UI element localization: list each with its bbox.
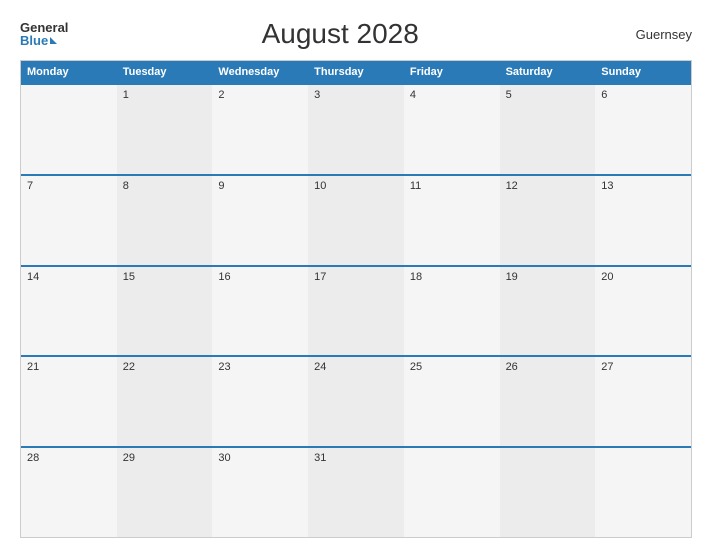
day-cell-17: 17 [308,267,404,356]
week-row-5: 28 29 30 31 [21,446,691,537]
day-cell-21: 21 [21,357,117,446]
calendar-body: 1 2 3 4 5 6 7 8 9 10 11 12 13 14 15 16 [21,83,691,537]
day-cell-30: 30 [212,448,308,537]
day-cell-15: 15 [117,267,213,356]
day-cell-19: 19 [500,267,596,356]
logo-blue-text: Blue [20,34,57,47]
day-cell-empty-3 [500,448,596,537]
day-cell-empty-2 [404,448,500,537]
col-thursday: Thursday [308,61,404,83]
day-cell-28: 28 [21,448,117,537]
week-row-4: 21 22 23 24 25 26 27 [21,355,691,446]
col-tuesday: Tuesday [117,61,213,83]
day-cell-24: 24 [308,357,404,446]
week-row-2: 7 8 9 10 11 12 13 [21,174,691,265]
day-cell-empty-1 [21,85,117,174]
col-wednesday: Wednesday [212,61,308,83]
day-cell-1: 1 [117,85,213,174]
day-cell-22: 22 [117,357,213,446]
day-cell-31: 31 [308,448,404,537]
week-row-1: 1 2 3 4 5 6 [21,83,691,174]
day-cell-18: 18 [404,267,500,356]
calendar-header: Monday Tuesday Wednesday Thursday Friday… [21,61,691,83]
day-cell-5: 5 [500,85,596,174]
day-cell-26: 26 [500,357,596,446]
week-row-3: 14 15 16 17 18 19 20 [21,265,691,356]
logo-triangle-icon [50,37,57,44]
col-friday: Friday [404,61,500,83]
col-monday: Monday [21,61,117,83]
logo: General Blue [20,21,68,47]
day-cell-12: 12 [500,176,596,265]
day-cell-4: 4 [404,85,500,174]
day-cell-29: 29 [117,448,213,537]
calendar-grid: Monday Tuesday Wednesday Thursday Friday… [20,60,692,538]
day-cell-9: 9 [212,176,308,265]
day-cell-3: 3 [308,85,404,174]
region-label: Guernsey [612,27,692,42]
day-cell-11: 11 [404,176,500,265]
col-saturday: Saturday [500,61,596,83]
day-cell-7: 7 [21,176,117,265]
day-cell-10: 10 [308,176,404,265]
col-sunday: Sunday [595,61,691,83]
day-cell-14: 14 [21,267,117,356]
day-cell-2: 2 [212,85,308,174]
day-cell-25: 25 [404,357,500,446]
page-header: General Blue August 2028 Guernsey [20,18,692,50]
day-cell-empty-4 [595,448,691,537]
day-cell-8: 8 [117,176,213,265]
day-cell-27: 27 [595,357,691,446]
day-cell-16: 16 [212,267,308,356]
day-cell-20: 20 [595,267,691,356]
day-cell-23: 23 [212,357,308,446]
calendar-page: General Blue August 2028 Guernsey Monday… [0,0,712,550]
day-cell-6: 6 [595,85,691,174]
page-title: August 2028 [68,18,612,50]
day-cell-13: 13 [595,176,691,265]
